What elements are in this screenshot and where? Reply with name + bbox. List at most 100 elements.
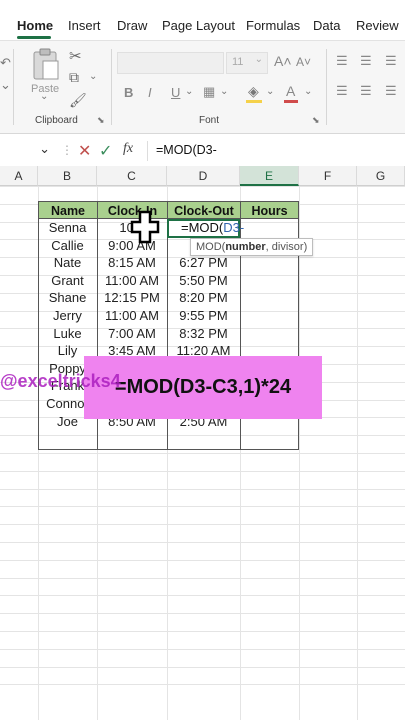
watermark: @exceltricks4: [0, 371, 121, 391]
chevron-down-icon: ⌄: [40, 91, 49, 102]
name-box[interactable]: ⌄: [0, 141, 54, 161]
tooltip-prefix: MOD(: [196, 241, 226, 253]
active-cell-d3[interactable]: =MOD(D3-: [167, 219, 244, 238]
tab-page-layout[interactable]: Page Layout: [162, 18, 235, 33]
tab-draw[interactable]: Draw: [117, 18, 147, 33]
cancel-icon[interactable]: ✕: [78, 141, 91, 161]
cut-icon[interactable]: ✂: [69, 47, 82, 65]
table-cell-clock-out[interactable]: 9:55 PM: [167, 307, 240, 325]
tooltip-rest: , divisor): [265, 241, 308, 253]
borders-icon[interactable]: ▦: [203, 84, 215, 100]
tab-review[interactable]: Review: [356, 18, 399, 33]
ribbon-separator: [111, 49, 112, 125]
table-cell-name[interactable]: Luke: [38, 325, 97, 343]
more-options-icon[interactable]: ⋮: [61, 143, 73, 157]
tab-formulas[interactable]: Formulas: [246, 18, 300, 33]
tab-home[interactable]: Home: [17, 18, 53, 33]
fill-dropdown-icon[interactable]: ⌄: [266, 86, 274, 97]
formula-input[interactable]: =MOD(D3-: [147, 141, 405, 161]
copy-icon[interactable]: ⧉: [69, 69, 79, 86]
column-header-f[interactable]: F: [299, 166, 357, 186]
table-cell-clock-in[interactable]: 11:00 AM: [97, 307, 167, 325]
row-gridline: [0, 186, 405, 187]
row-gridline: [0, 506, 405, 508]
tab-insert[interactable]: Insert: [68, 18, 101, 33]
ribbon-tabs: Home Insert Draw Page Layout Formulas Da…: [0, 0, 405, 40]
font-name-select[interactable]: [117, 52, 224, 74]
table-cell-name[interactable]: Senna: [38, 219, 97, 237]
table-cell-hours[interactable]: [240, 272, 299, 290]
borders-dropdown-icon[interactable]: ⌄: [220, 86, 228, 97]
fill-color-icon[interactable]: ◈: [248, 83, 259, 100]
table-cell-clock-out[interactable]: 8:20 PM: [167, 289, 240, 307]
underline-dropdown-icon[interactable]: ⌄: [185, 86, 193, 97]
dropdown-chevron-icon[interactable]: ⌄: [0, 77, 11, 93]
table-cell-hours[interactable]: [240, 254, 299, 272]
align-left-icon[interactable]: ☰: [336, 83, 348, 99]
row-gridline: [0, 453, 405, 454]
align-middle-icon[interactable]: ☰: [360, 53, 372, 69]
active-tab-indicator: [17, 36, 51, 39]
table-cell-clock-out[interactable]: 5:50 PM: [167, 272, 240, 290]
dialog-launcher-icon[interactable]: ⬊: [97, 115, 105, 126]
table-cell-clock-in[interactable]: 8:15 AM: [97, 254, 167, 272]
font-size-select[interactable]: 11 ⌄: [226, 52, 268, 74]
bold-button[interactable]: B: [124, 85, 133, 100]
font-color-dropdown-icon[interactable]: ⌄: [304, 86, 312, 97]
table-cell-name[interactable]: Grant: [38, 272, 97, 290]
row-gridline: [0, 542, 405, 543]
table-cell-name[interactable]: Jerry: [38, 307, 97, 325]
decrease-font-icon[interactable]: A˅: [296, 55, 311, 69]
tooltip-arg-number: number: [225, 241, 266, 253]
row-gridline: [0, 488, 405, 490]
row-gridline: [0, 666, 405, 668]
table-cell-name[interactable]: Nate: [38, 254, 97, 272]
tab-data[interactable]: Data: [313, 18, 340, 33]
ribbon-separator: [13, 49, 14, 125]
column-header-c[interactable]: C: [97, 166, 167, 186]
paste-icon: [33, 48, 59, 80]
function-tooltip[interactable]: MOD(number, divisor): [190, 238, 314, 256]
table-cell-name[interactable]: Shane: [38, 289, 97, 307]
align-bottom-icon[interactable]: ☰: [385, 53, 397, 69]
fx-icon[interactable]: fx: [123, 141, 133, 157]
table-cell-clock-in[interactable]: 12:15 PM: [97, 289, 167, 307]
align-top-icon[interactable]: ☰: [336, 53, 348, 69]
table-cell-clock-in[interactable]: 11:00 AM: [97, 272, 167, 290]
ribbon-separator: [326, 49, 327, 125]
ribbon: ↶ ⌄ Paste ⌄ ✂ ⧉ ⌄ 🖌 Clipboard ⬊ 11 ⌄ A˄ …: [0, 40, 405, 134]
paste-button[interactable]: Paste ⌄: [28, 47, 62, 102]
formula-bar: ⌄ ⋮ ✕ ✓ fx =MOD(D3-: [0, 136, 405, 167]
row-gridline: [0, 524, 405, 526]
row-gridline: [0, 613, 405, 615]
increase-font-icon[interactable]: A˄: [274, 53, 292, 69]
table-cell-hours[interactable]: [240, 219, 299, 237]
chevron-down-icon: ⌄: [254, 54, 263, 65]
column-header-d[interactable]: D: [167, 166, 240, 186]
table-cell-clock-out[interactable]: 8:32 PM: [167, 325, 240, 343]
column-header-e[interactable]: E: [240, 166, 299, 186]
overlay-formula-text: =MOD(D3-C3,1)*24: [114, 376, 292, 398]
column-header-b[interactable]: B: [38, 166, 97, 186]
copy-dropdown-icon[interactable]: ⌄: [89, 71, 97, 82]
italic-button[interactable]: I: [148, 85, 152, 100]
table-cell-hours[interactable]: [240, 307, 299, 325]
enter-icon[interactable]: ✓: [99, 141, 112, 161]
cell-edit-text: =MOD(D3-: [181, 220, 244, 235]
align-center-icon[interactable]: ☰: [360, 83, 372, 99]
undo-icon[interactable]: ↶: [0, 55, 11, 71]
table-cell-clock-out[interactable]: 6:27 PM: [167, 254, 240, 272]
column-header-g[interactable]: G: [357, 166, 405, 186]
column-header-a[interactable]: A: [0, 166, 38, 186]
table-cell-name[interactable]: Callie: [38, 237, 97, 255]
table-cell-clock-in[interactable]: 7:00 AM: [97, 325, 167, 343]
align-right-icon[interactable]: ☰: [385, 83, 397, 99]
dialog-launcher-icon[interactable]: ⬊: [312, 115, 320, 126]
underline-button[interactable]: U: [171, 85, 180, 100]
table-cell-hours[interactable]: [240, 325, 299, 343]
format-painter-icon[interactable]: 🖌: [69, 92, 87, 109]
row-gridline: [0, 684, 405, 686]
font-color-icon[interactable]: A: [286, 83, 295, 99]
table-cell-hours[interactable]: [240, 289, 299, 307]
cell-select-cursor-icon: [130, 210, 160, 244]
